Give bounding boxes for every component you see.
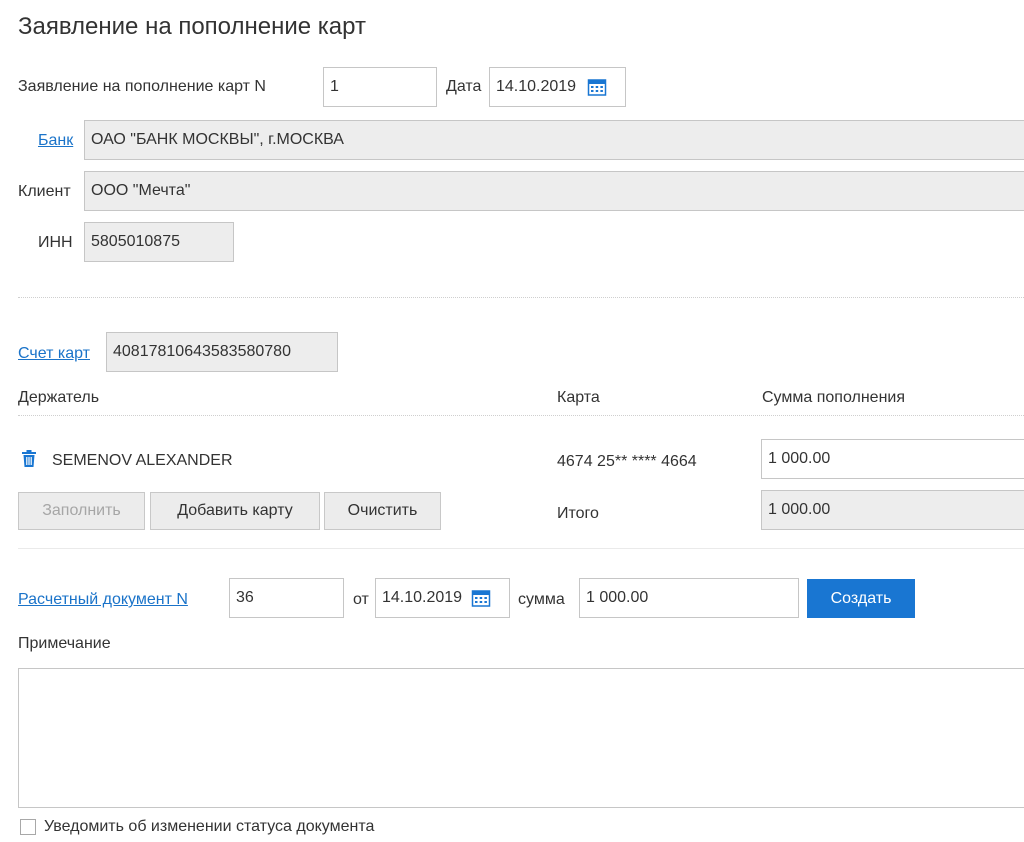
calendar-icon[interactable] (471, 588, 491, 608)
bank-link[interactable]: Банк (38, 131, 73, 151)
payment-number-input[interactable]: 36 (229, 578, 344, 618)
date-label: Дата (446, 78, 482, 95)
col-amount: Сумма пополнения (762, 389, 905, 406)
sum-label: сумма (518, 591, 565, 608)
payment-date-value: 14.10.2019 (382, 589, 463, 606)
amount-input[interactable]: 1 000.00 (761, 439, 1024, 479)
inn-field: 5805010875 (84, 222, 234, 262)
add-card-button[interactable]: Добавить карту (150, 492, 320, 530)
col-holder: Держатель (18, 389, 100, 406)
payment-divider (18, 548, 1024, 549)
date-input[interactable]: 14.10.2019 (489, 67, 626, 107)
table-header-divider (18, 415, 1024, 416)
note-label: Примечание (18, 635, 111, 652)
payment-doc-link[interactable]: Расчетный документ N (18, 590, 188, 610)
fill-button[interactable]: Заполнить (18, 492, 145, 530)
table-row-holder: SEMENOV ALEXANDER (52, 452, 233, 469)
note-textarea[interactable] (18, 668, 1024, 808)
section-divider (18, 297, 1024, 298)
inn-label: ИНН (38, 234, 73, 251)
payment-sum-input[interactable]: 1 000.00 (579, 578, 799, 618)
from-label: от (353, 591, 369, 608)
total-label: Итого (557, 505, 599, 522)
client-field: ООО "Мечта" (84, 171, 1024, 211)
account-field: 40817810643583580780 (106, 332, 338, 372)
clear-button[interactable]: Очистить (324, 492, 441, 530)
number-label: Заявление на пополнение карт N (18, 78, 266, 95)
payment-date-input[interactable]: 14.10.2019 (375, 578, 510, 618)
total-field: 1 000.00 (761, 490, 1024, 530)
notify-label: Уведомить об изменении статуса документа (44, 818, 375, 835)
number-input[interactable]: 1 (323, 67, 437, 107)
account-link[interactable]: Счет карт (18, 344, 90, 364)
date-value: 14.10.2019 (496, 78, 577, 95)
notify-checkbox[interactable] (20, 819, 36, 835)
create-button[interactable]: Создать (807, 579, 915, 618)
table-row-card: 4674 25** **** 4664 (557, 453, 697, 470)
bank-field: ОАО "БАНК МОСКВЫ", г.МОСКВА (84, 120, 1024, 160)
client-label: Клиент (18, 183, 71, 200)
calendar-icon[interactable] (587, 77, 607, 97)
page-title: Заявление на пополнение карт (18, 13, 366, 40)
trash-icon[interactable] (22, 450, 36, 467)
col-card: Карта (557, 389, 600, 406)
